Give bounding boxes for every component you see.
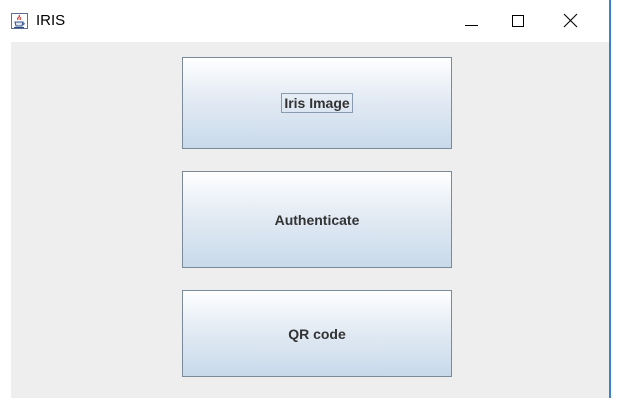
authenticate-button-label: Authenticate — [274, 211, 360, 228]
close-button[interactable] — [548, 0, 594, 42]
content-panel: Iris Image Authenticate QR code — [11, 42, 609, 398]
title-bar[interactable]: IRIS — [0, 0, 609, 42]
close-icon — [563, 13, 578, 28]
iris-image-button[interactable]: Iris Image — [182, 57, 452, 149]
minimize-button[interactable] — [448, 0, 494, 42]
app-window: IRIS Iris Image Authenticate QR code — [0, 0, 611, 398]
maximize-icon — [512, 15, 524, 27]
authenticate-button[interactable]: Authenticate — [182, 171, 452, 268]
iris-image-button-label: Iris Image — [281, 93, 353, 113]
minimize-icon — [465, 25, 478, 26]
java-cup-icon — [11, 13, 28, 29]
qr-code-button[interactable]: QR code — [182, 290, 452, 377]
maximize-button[interactable] — [494, 0, 540, 42]
window-title: IRIS — [36, 12, 66, 29]
qr-code-button-label: QR code — [288, 325, 346, 342]
